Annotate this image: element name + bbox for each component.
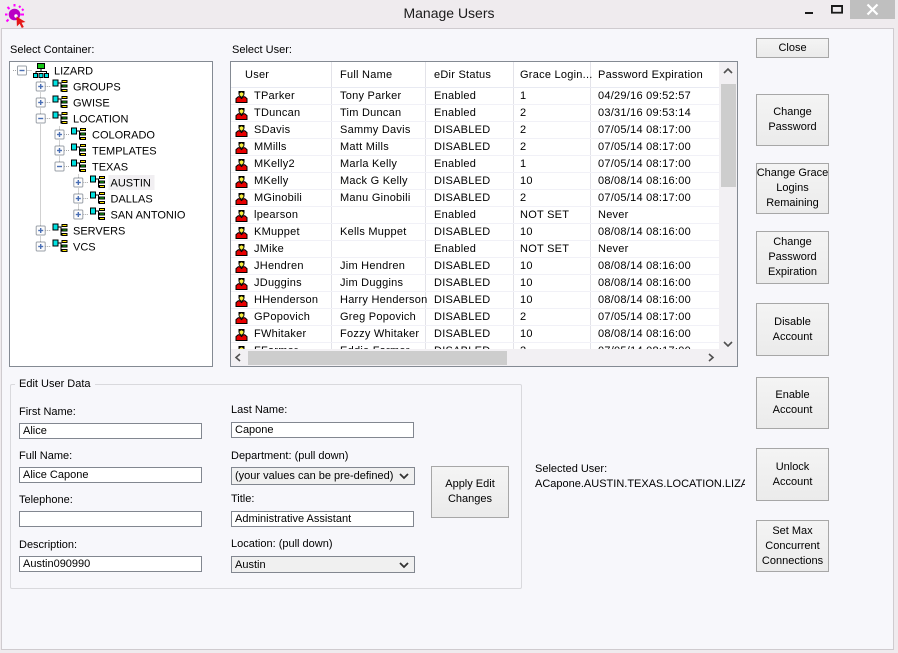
svg-text:GWISE: GWISE [73,98,110,110]
svg-text:TEXAS: TEXAS [92,162,128,174]
svg-text:VCS: VCS [73,242,96,254]
svg-text:COLORADO: COLORADO [92,130,155,142]
svg-text:AUSTIN: AUSTIN [111,178,151,190]
svg-text:GROUPS: GROUPS [73,82,121,94]
svg-text:SAN ANTONIO: SAN ANTONIO [111,210,186,222]
svg-text:LOCATION: LOCATION [73,114,128,126]
svg-text:SERVERS: SERVERS [73,226,125,238]
svg-text:LIZARD: LIZARD [54,66,93,78]
svg-text:DALLAS: DALLAS [111,194,153,206]
svg-text:TEMPLATES: TEMPLATES [92,146,157,158]
